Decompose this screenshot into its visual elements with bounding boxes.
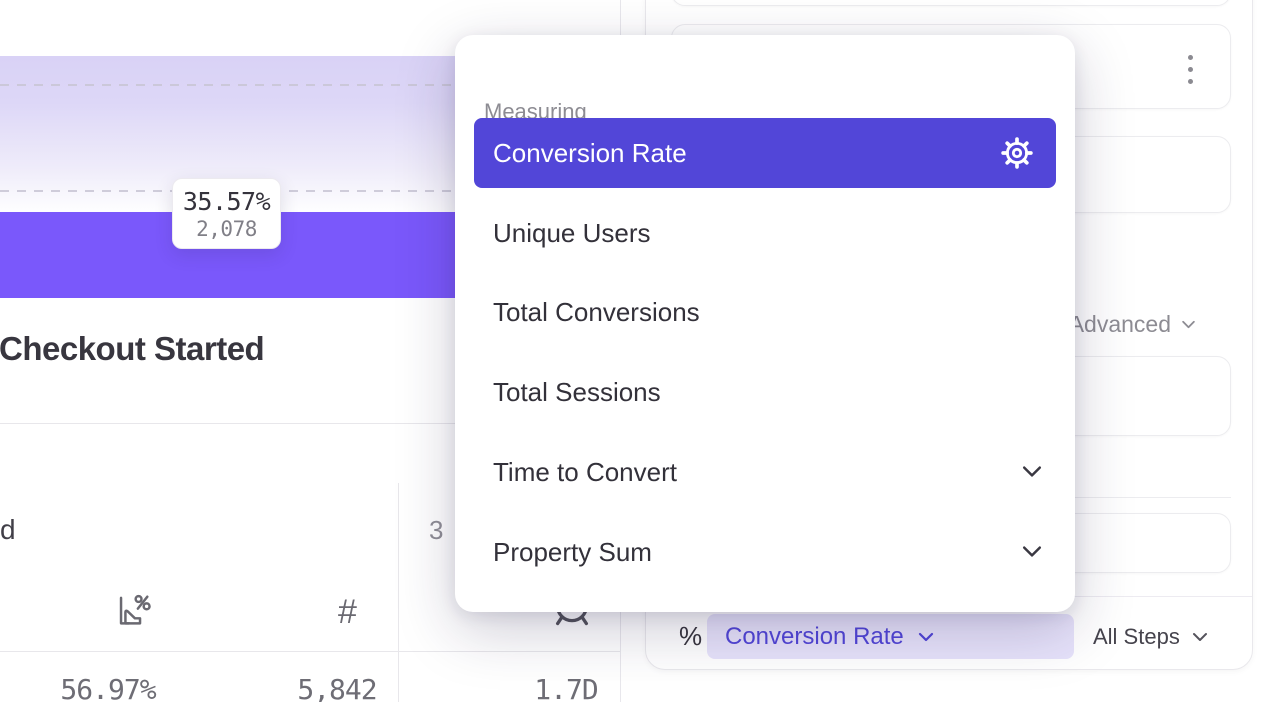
- tooltip-count: 2,078: [196, 217, 257, 241]
- advanced-toggle[interactable]: Advanced: [1069, 311, 1196, 338]
- table-time-value: 1.7D: [488, 673, 644, 702]
- table-count-value: 5,842: [259, 673, 415, 702]
- measuring-dropdown-value: Conversion Rate: [725, 623, 904, 651]
- funnel-step-label: Checkout Started: [0, 330, 264, 368]
- menu-item-conversion-rate[interactable]: Conversion Rate: [474, 118, 1056, 188]
- measuring-dropdown-trigger[interactable]: Conversion Rate: [707, 614, 1074, 659]
- chevron-down-icon[interactable]: [1021, 465, 1043, 478]
- tooltip-conversion-rate: 35.57%: [183, 187, 270, 216]
- conversion-rate-column-icon[interactable]: [113, 592, 151, 630]
- chevron-down-icon: [1181, 320, 1196, 329]
- chevron-down-icon: [1192, 632, 1208, 642]
- menu-item-label: Conversion Rate: [493, 138, 687, 169]
- menu-item-time-to-convert[interactable]: Time to Convert: [493, 457, 677, 488]
- table-conversion-rate-value: 56.97%: [30, 673, 186, 702]
- steps-selector[interactable]: All Steps: [1093, 614, 1208, 659]
- menu-item-property-sum[interactable]: Property Sum: [493, 537, 652, 568]
- menu-item-total-sessions[interactable]: Total Sessions: [493, 377, 661, 408]
- metric-type-indicator: %: [679, 621, 702, 652]
- menu-item-total-conversions[interactable]: Total Conversions: [493, 297, 700, 328]
- chevron-down-icon: [918, 632, 934, 642]
- menu-item-unique-users[interactable]: Unique Users: [493, 218, 651, 249]
- table-column-divider: [398, 483, 399, 702]
- gear-icon[interactable]: [1000, 136, 1034, 170]
- measuring-menu: Measuring Conversion Rate Unique Users: [455, 35, 1075, 612]
- advanced-label: Advanced: [1069, 311, 1171, 338]
- table-next-step-number: 3: [429, 515, 443, 546]
- table-step-name-fragment: d: [0, 514, 16, 546]
- chevron-down-icon[interactable]: [1021, 545, 1043, 558]
- steps-selector-value: All Steps: [1093, 624, 1180, 650]
- count-column-icon[interactable]: #: [338, 593, 357, 632]
- kebab-menu-icon[interactable]: [1188, 55, 1193, 84]
- table-row-divider: [0, 651, 620, 652]
- funnel-report-page: 35.57% 2,078 Checkout Started d 3 # 56.9…: [0, 0, 1270, 702]
- query-step-card-top[interactable]: [671, 0, 1231, 6]
- chart-tooltip: 35.57% 2,078: [172, 178, 281, 249]
